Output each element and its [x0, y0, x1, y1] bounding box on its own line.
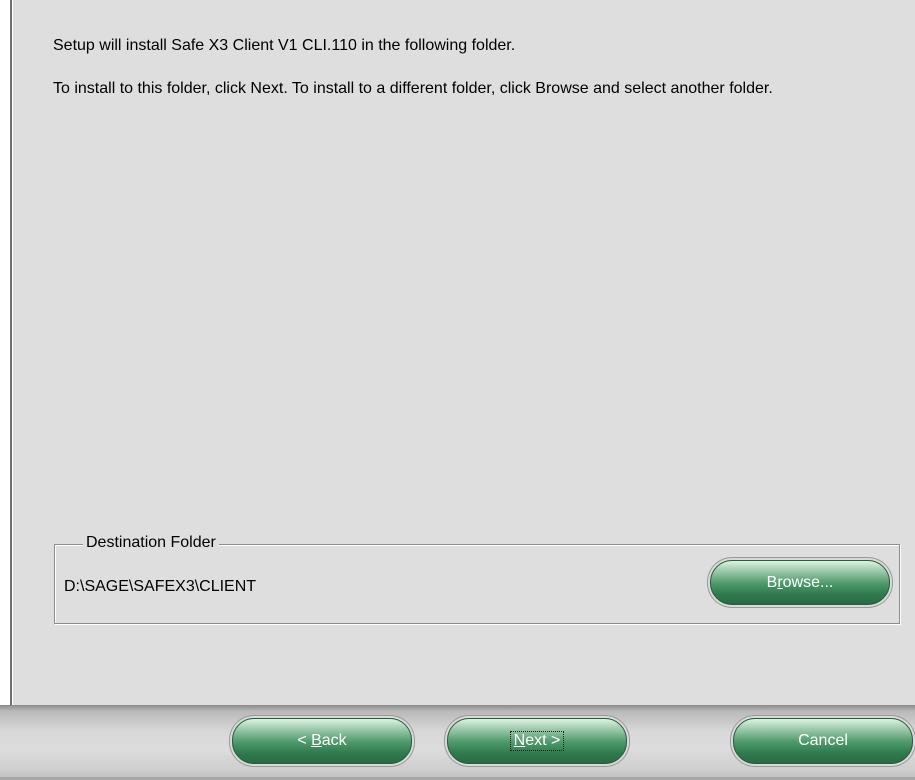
back-button[interactable]: < Back [232, 718, 412, 764]
browse-button-label: Browse... [766, 573, 834, 591]
back-button-label: < Back [297, 732, 347, 749]
cancel-button-label: Cancel [798, 732, 848, 749]
next-button-label: Next > [509, 731, 565, 751]
browse-button[interactable]: Browse... [710, 560, 890, 605]
install-location-message: Setup will install Safe X3 Client V1 CLI… [53, 37, 516, 54]
next-button[interactable]: Next > [447, 718, 627, 764]
destination-folder-label: Destination Folder [83, 533, 219, 553]
installer-window: Setup will install Safe X3 Client V1 CLI… [0, 0, 915, 780]
install-instructions-message: To install to this folder, click Next. T… [53, 80, 773, 97]
destination-path-text: D:\SAGE\SAFEX3\CLIENT [64, 578, 257, 595]
cancel-button[interactable]: Cancel [733, 718, 913, 764]
